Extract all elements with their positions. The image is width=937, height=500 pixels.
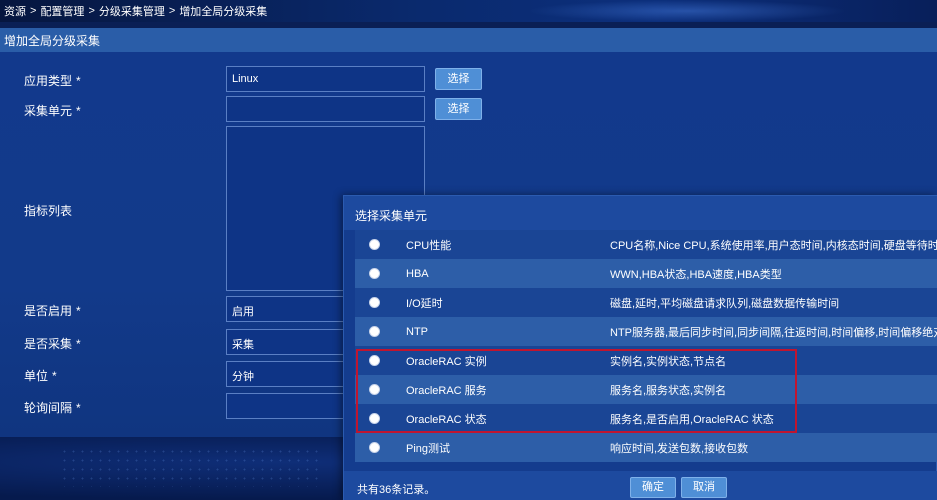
radio-button[interactable] (369, 268, 380, 279)
collect-select[interactable]: 采集 (226, 329, 346, 355)
collect-unit-label: 采集单元 * (24, 104, 81, 118)
unit-name: HBA (406, 267, 429, 280)
unit-name: Ping测试 (406, 442, 451, 455)
unit-name: OracleRAC 服务 (406, 384, 487, 397)
unit-description: 服务名,是否启用,OracleRAC 状态 (610, 413, 774, 426)
collect-label: 是否采集 * (24, 337, 81, 351)
breadcrumb-item-config[interactable]: 配置管理 (40, 3, 84, 19)
app-type-label: 应用类型 * (24, 74, 81, 88)
header-glow-decoration (527, 0, 847, 22)
collect-unit-field[interactable] (226, 96, 425, 122)
record-count: 共有36条记录。 (357, 484, 436, 496)
unit-label: 单位 * (24, 369, 57, 383)
confirm-button[interactable]: 确定 (630, 477, 676, 498)
app-type-field[interactable]: Linux (226, 66, 425, 92)
breadcrumb: 资源 > 配置管理 > 分级采集管理 > 增加全局分级采集 (0, 0, 937, 22)
list-item[interactable]: HBA WWN,HBA状态,HBA速度,HBA类型 (355, 259, 937, 288)
unit-description: CPU名称,Nice CPU,系统使用率,用户态时间,内核态时间,硬盘等待时间,… (610, 239, 937, 252)
list-item[interactable]: OracleRAC 实例 实例名,实例状态,节点名 (355, 346, 937, 375)
list-item[interactable]: OracleRAC 服务 服务名,服务状态,实例名 (355, 375, 937, 404)
list-item[interactable]: CPU性能 CPU名称,Nice CPU,系统使用率,用户态时间,内核态时间,硬… (355, 230, 937, 259)
radio-button[interactable] (369, 442, 380, 453)
unit-name: I/O延时 (406, 297, 443, 310)
unit-description: NTP服务器,最后同步时间,同步间隔,往返时间,时间偏移,时间偏移绝对值 (610, 326, 937, 339)
breadcrumb-separator: > (168, 5, 176, 17)
radio-button[interactable] (369, 297, 380, 308)
unit-description: 服务名,服务状态,实例名 (610, 384, 727, 397)
unit-name: NTP (406, 325, 428, 338)
poll-interval-field[interactable] (226, 393, 346, 419)
radio-button[interactable] (369, 326, 380, 337)
dot-pattern-decoration (60, 447, 320, 487)
list-item[interactable]: OracleRAC 状态 服务名,是否启用,OracleRAC 状态 (355, 404, 937, 433)
breadcrumb-item-resources[interactable]: 资源 (4, 3, 26, 19)
unit-select[interactable]: 分钟 (226, 361, 346, 387)
breadcrumb-item-tiered-collection[interactable]: 分级采集管理 (99, 3, 165, 19)
app-type-select-button[interactable]: 选择 (435, 68, 482, 90)
poll-interval-label: 轮询间隔 * (24, 401, 81, 415)
unit-name: OracleRAC 状态 (406, 413, 487, 426)
list-item[interactable]: I/O延时 磁盘,延时,平均磁盘请求队列,磁盘数据传输时间 (355, 288, 937, 317)
unit-description: 磁盘,延时,平均磁盘请求队列,磁盘数据传输时间 (610, 297, 840, 310)
enabled-label: 是否启用 * (24, 304, 81, 318)
radio-button[interactable] (369, 239, 380, 250)
page-title: 增加全局分级采集 (0, 28, 937, 52)
collect-unit-select-button[interactable]: 选择 (435, 98, 482, 120)
breadcrumb-separator: > (88, 5, 95, 17)
breadcrumb-separator: > (30, 5, 37, 17)
radio-button[interactable] (369, 355, 380, 366)
unit-name: CPU性能 (406, 239, 452, 252)
dialog-footer: 共有36条记录。 确定 取消 (344, 471, 937, 500)
radio-button[interactable] (369, 384, 380, 395)
unit-description: 响应时间,发送包数,接收包数 (610, 442, 749, 455)
metric-list-label: 指标列表 (24, 204, 73, 218)
cancel-button[interactable]: 取消 (681, 477, 727, 498)
radio-button[interactable] (369, 413, 380, 424)
list-item[interactable]: NTP NTP服务器,最后同步时间,同步间隔,往返时间,时间偏移,时间偏移绝对值 (355, 317, 937, 346)
select-collect-unit-dialog: 选择采集单元 CPU性能 CPU名称,Nice CPU,系统使用率,用户态时间,… (343, 195, 937, 500)
dialog-title: 选择采集单元 (344, 196, 937, 230)
unit-name: OracleRAC 实例 (406, 355, 487, 368)
enabled-select[interactable]: 启用 (226, 296, 346, 322)
unit-description: 实例名,实例状态,节点名 (610, 355, 727, 368)
unit-description: WWN,HBA状态,HBA速度,HBA类型 (610, 268, 782, 281)
collect-unit-list: CPU性能 CPU名称,Nice CPU,系统使用率,用户态时间,内核态时间,硬… (355, 230, 937, 470)
breadcrumb-item-current: 增加全局分级采集 (179, 6, 268, 18)
list-item[interactable]: Ping测试 响应时间,发送包数,接收包数 (355, 433, 937, 462)
